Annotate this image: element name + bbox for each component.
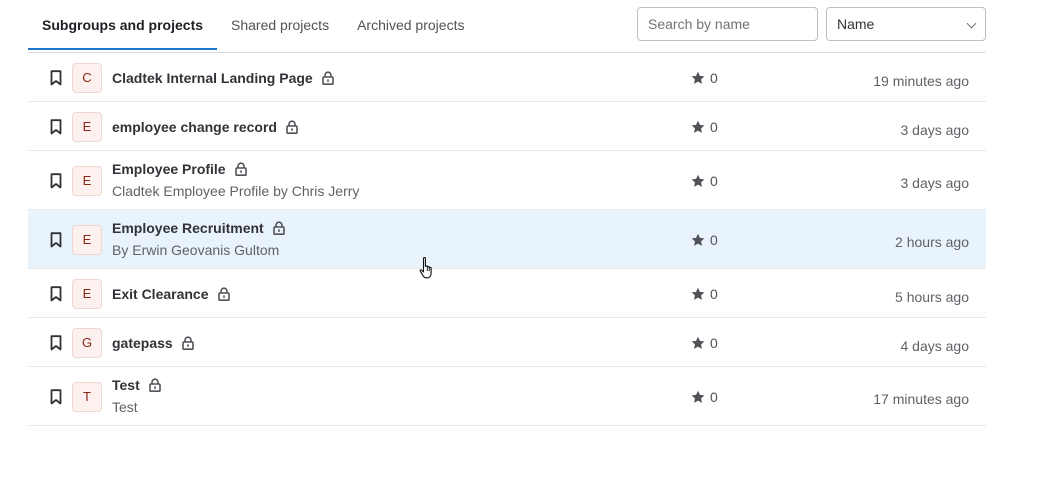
lock-icon: [181, 336, 194, 350]
sort-selected-label: Name: [837, 16, 875, 32]
updated-time: 3 days ago: [900, 175, 970, 191]
project-title-line: Employee Profile: [112, 161, 247, 177]
project-description: Test: [112, 399, 138, 415]
project-row[interactable]: E employee change record 0 3 days ago: [28, 102, 986, 151]
bookmark-icon[interactable]: [50, 389, 62, 405]
star-icon: [691, 174, 705, 187]
project-name-link[interactable]: Exit Clearance: [112, 286, 209, 302]
project-row[interactable]: E Employee Recruitment By Erwin Geovanis…: [28, 210, 986, 269]
bookmark-icon[interactable]: [50, 119, 62, 135]
project-row[interactable]: T Test Test 0 17 minutes ago: [28, 367, 986, 426]
project-row[interactable]: G gatepass 0 4 days ago: [28, 318, 986, 367]
star-count-value: 0: [710, 389, 718, 405]
chevron-down-icon: [966, 18, 977, 29]
project-avatar[interactable]: C: [72, 63, 102, 93]
tab-shared-projects[interactable]: Shared projects: [217, 0, 343, 50]
tab-bar: Subgroups and projects Shared projects A…: [28, 0, 986, 53]
project-description: By Erwin Geovanis Gultom: [112, 242, 280, 258]
bookmark-icon[interactable]: [50, 232, 62, 248]
project-description: Cladtek Employee Profile by Chris Jerry: [112, 183, 360, 199]
hand-pointer-cursor-icon: [419, 256, 432, 279]
tab-subgroups-and-projects[interactable]: Subgroups and projects: [28, 0, 217, 50]
star-icon: [691, 287, 705, 300]
updated-time: 4 days ago: [900, 338, 970, 354]
project-title-line: Test: [112, 377, 161, 393]
star-count[interactable]: 0: [691, 173, 718, 189]
star-count[interactable]: 0: [691, 389, 718, 405]
project-title-line: Employee Recruitment: [112, 220, 285, 236]
project-avatar[interactable]: G: [72, 328, 102, 358]
star-icon: [691, 390, 705, 403]
project-name-link[interactable]: employee change record: [112, 119, 277, 135]
lock-icon: [148, 378, 161, 392]
star-count[interactable]: 0: [691, 286, 718, 302]
project-avatar[interactable]: E: [72, 225, 102, 255]
lock-icon: [321, 71, 334, 85]
star-count[interactable]: 0: [691, 232, 718, 248]
star-icon: [691, 233, 705, 246]
project-name-link[interactable]: Employee Profile: [112, 161, 226, 177]
bookmark-icon[interactable]: [50, 70, 62, 86]
project-avatar[interactable]: T: [72, 382, 102, 412]
project-title-line: Exit Clearance: [112, 286, 230, 302]
updated-time: 2 hours ago: [895, 234, 969, 250]
star-count-value: 0: [710, 119, 718, 135]
updated-time: 5 hours ago: [895, 289, 969, 305]
project-row[interactable]: E Employee Profile Cladtek Employee Prof…: [28, 151, 986, 210]
group-projects-panel: Subgroups and projects Shared projects A…: [28, 0, 986, 426]
star-icon: [691, 71, 705, 84]
tab-archived-projects[interactable]: Archived projects: [343, 0, 478, 50]
project-row[interactable]: C Cladtek Internal Landing Page 0 19 min…: [28, 53, 986, 102]
star-count-value: 0: [710, 335, 718, 351]
lock-icon: [217, 287, 230, 301]
project-name-link[interactable]: Cladtek Internal Landing Page: [112, 70, 313, 86]
updated-time: 3 days ago: [900, 122, 970, 138]
star-count-value: 0: [710, 232, 718, 248]
project-avatar[interactable]: E: [72, 166, 102, 196]
updated-time: 19 minutes ago: [873, 73, 969, 89]
bookmark-icon[interactable]: [50, 286, 62, 302]
project-avatar[interactable]: E: [72, 112, 102, 142]
star-count[interactable]: 0: [691, 70, 718, 86]
lock-icon: [234, 162, 247, 176]
bookmark-icon[interactable]: [50, 335, 62, 351]
star-icon: [691, 336, 705, 349]
star-count-value: 0: [710, 173, 718, 189]
lock-icon: [272, 221, 285, 235]
bookmark-icon[interactable]: [50, 173, 62, 189]
project-title-line: employee change record: [112, 119, 298, 135]
project-title-line: Cladtek Internal Landing Page: [112, 70, 334, 86]
star-count-value: 0: [710, 286, 718, 302]
updated-time: 17 minutes ago: [873, 391, 969, 407]
project-name-link[interactable]: Employee Recruitment: [112, 220, 264, 236]
project-row[interactable]: E Exit Clearance 0 5 hours ago: [28, 269, 986, 318]
search-input[interactable]: [637, 7, 818, 41]
project-name-link[interactable]: Test: [112, 377, 140, 393]
star-count[interactable]: 0: [691, 119, 718, 135]
project-name-link[interactable]: gatepass: [112, 335, 173, 351]
project-list: C Cladtek Internal Landing Page 0 19 min…: [28, 53, 986, 426]
project-avatar[interactable]: E: [72, 279, 102, 309]
star-count[interactable]: 0: [691, 335, 718, 351]
star-count-value: 0: [710, 70, 718, 86]
lock-icon: [286, 120, 298, 134]
star-icon: [691, 120, 705, 133]
sort-dropdown[interactable]: Name: [826, 7, 986, 41]
project-title-line: gatepass: [112, 335, 194, 351]
tab-list: Subgroups and projects Shared projects A…: [28, 0, 478, 52]
